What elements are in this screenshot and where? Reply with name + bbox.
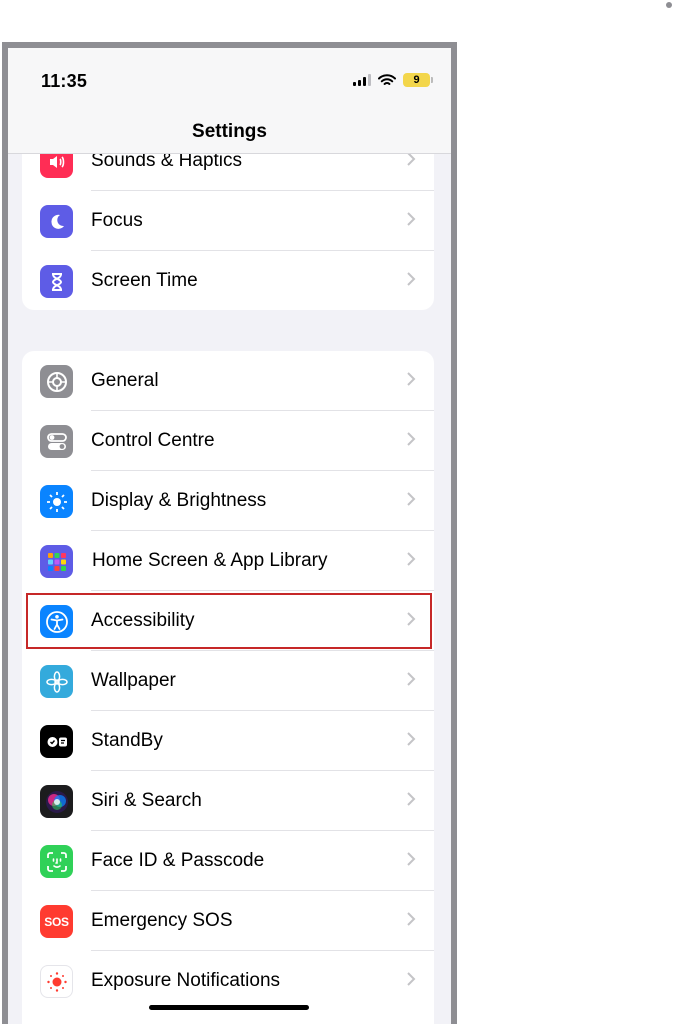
home-indicator[interactable] bbox=[149, 1005, 309, 1010]
toggles-icon bbox=[40, 425, 73, 458]
sun-icon bbox=[40, 485, 73, 518]
settings-row-focus[interactable]: Focus bbox=[22, 191, 434, 251]
chevron-right-icon bbox=[407, 552, 416, 566]
face-id-icon bbox=[40, 845, 73, 878]
corner-dot bbox=[666, 2, 672, 8]
app-grid-icon bbox=[40, 545, 73, 578]
gear-icon bbox=[40, 365, 73, 398]
row-label: Face ID & Passcode bbox=[91, 850, 265, 871]
battery-level: 9 bbox=[413, 74, 420, 86]
settings-row-emergency-sos[interactable]: SOS Emergency SOS bbox=[22, 891, 434, 951]
row-label: Exposure Notifications bbox=[91, 970, 281, 991]
settings-row-standby[interactable]: StandBy bbox=[22, 711, 434, 771]
chevron-right-icon bbox=[407, 372, 416, 386]
settings-group-1: Sounds & Haptics Focus Screen Time bbox=[22, 131, 434, 310]
settings-row-home-screen[interactable]: Home Screen & App Library bbox=[22, 531, 434, 591]
chevron-right-icon bbox=[407, 492, 416, 506]
row-label: Siri & Search bbox=[91, 790, 202, 811]
standby-icon bbox=[40, 725, 73, 758]
settings-row-exposure-notifications[interactable]: Exposure Notifications bbox=[22, 951, 434, 1011]
status-bar: 11:35 9 bbox=[8, 48, 451, 118]
row-label: Screen Time bbox=[91, 270, 198, 291]
cellular-signal-icon bbox=[353, 74, 371, 86]
battery-icon: 9 bbox=[403, 73, 433, 87]
settings-row-face-id[interactable]: Face ID & Passcode bbox=[22, 831, 434, 891]
phone-screen: Sounds & Haptics Focus Screen Time Gener… bbox=[2, 42, 457, 1024]
chevron-right-icon bbox=[407, 272, 416, 286]
flower-icon bbox=[40, 665, 73, 698]
highlight-box bbox=[26, 593, 432, 649]
chevron-right-icon bbox=[407, 152, 416, 166]
chevron-right-icon bbox=[407, 432, 416, 446]
page-title: Settings bbox=[192, 121, 267, 142]
row-label: StandBy bbox=[91, 730, 163, 751]
siri-icon bbox=[40, 785, 73, 818]
chevron-right-icon bbox=[407, 672, 416, 686]
row-label: Emergency SOS bbox=[91, 910, 233, 931]
exposure-icon bbox=[40, 965, 73, 998]
hourglass-icon bbox=[40, 265, 73, 298]
settings-row-wallpaper[interactable]: Wallpaper bbox=[22, 651, 434, 711]
row-label: Home Screen & App Library bbox=[92, 550, 328, 571]
chevron-right-icon bbox=[407, 972, 416, 986]
settings-row-screen-time[interactable]: Screen Time bbox=[22, 251, 434, 310]
row-label: Focus bbox=[91, 210, 143, 231]
status-icons: 9 bbox=[353, 73, 433, 87]
chevron-right-icon bbox=[407, 912, 416, 926]
chevron-right-icon bbox=[407, 732, 416, 746]
settings-row-display-brightness[interactable]: Display & Brightness bbox=[22, 471, 434, 531]
row-label: General bbox=[91, 370, 159, 391]
chevron-right-icon bbox=[407, 792, 416, 806]
sos-icon: SOS bbox=[40, 905, 73, 938]
status-time: 11:35 bbox=[41, 71, 88, 91]
settings-group-2: General Control Centre Display & Brightn… bbox=[22, 351, 434, 1024]
sos-text: SOS bbox=[44, 914, 69, 929]
row-label: Control Centre bbox=[91, 430, 215, 451]
moon-icon bbox=[40, 205, 73, 238]
settings-row-control-centre[interactable]: Control Centre bbox=[22, 411, 434, 471]
row-label: Display & Brightness bbox=[91, 490, 267, 511]
navigation-bar: 11:35 9 Settings bbox=[8, 48, 451, 154]
chevron-right-icon bbox=[407, 852, 416, 866]
chevron-right-icon bbox=[407, 212, 416, 226]
settings-row-general[interactable]: General bbox=[22, 351, 434, 411]
wifi-icon bbox=[378, 73, 396, 85]
settings-row-siri-search[interactable]: Siri & Search bbox=[22, 771, 434, 831]
row-label: Wallpaper bbox=[91, 670, 176, 691]
